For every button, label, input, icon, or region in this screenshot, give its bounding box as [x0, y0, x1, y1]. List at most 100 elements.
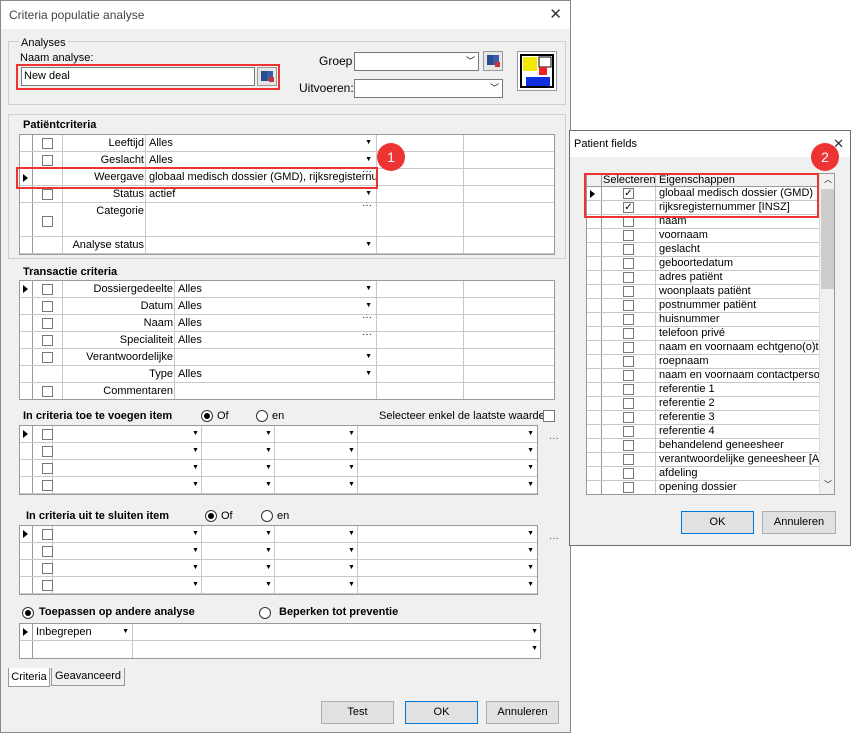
checkbox-icon[interactable]: [623, 482, 634, 493]
dropdown-arrow-icon[interactable]: ▼: [265, 443, 272, 459]
fields-ok-button[interactable]: OK: [681, 511, 754, 534]
fields-annuleren-button[interactable]: Annuleren: [762, 511, 836, 534]
layout-icon[interactable]: [517, 51, 557, 91]
dropdown-arrow-icon[interactable]: ▼: [527, 443, 534, 459]
table-row[interactable]: Analyse status ▼: [20, 237, 554, 254]
ellipsis-icon[interactable]: ···: [549, 433, 559, 444]
dropdown-arrow-icon[interactable]: ▼: [348, 426, 355, 442]
checkbox-icon[interactable]: [623, 300, 634, 311]
list-item[interactable]: behandelend geneesheer: [587, 439, 819, 453]
checkbox-icon[interactable]: [42, 580, 53, 591]
checkbox-icon[interactable]: [42, 529, 53, 540]
table-row[interactable]: Commentaren: [20, 383, 554, 399]
checkbox-icon[interactable]: [42, 563, 53, 574]
list-item[interactable]: huisnummer: [587, 313, 819, 327]
dropdown-arrow-icon[interactable]: ▼: [265, 526, 272, 542]
dropdown-arrow-icon[interactable]: ▼: [348, 560, 355, 576]
checkbox-icon[interactable]: [623, 328, 634, 339]
tab-geavanceerd[interactable]: Geavanceerd: [51, 668, 125, 686]
table-row[interactable]: Naam Alles ···: [20, 312, 554, 332]
list-item[interactable]: referentie 4: [587, 425, 819, 439]
checkbox-icon[interactable]: [623, 272, 634, 283]
checkbox-icon[interactable]: [42, 463, 53, 474]
dropdown-arrow-icon[interactable]: ▼: [192, 526, 199, 542]
checkbox-icon[interactable]: [42, 429, 53, 440]
inbegrepen-select[interactable]: Inbegrepen ▼: [33, 624, 133, 658]
checkbox-icon[interactable]: [623, 398, 634, 409]
checkbox-icon[interactable]: [623, 370, 634, 381]
table-row[interactable]: ▼ ▼ ▼ ▼: [20, 577, 537, 594]
book-icon[interactable]: [483, 51, 503, 71]
list-item[interactable]: geslacht: [587, 243, 819, 257]
dropdown-arrow-icon[interactable]: ▼: [527, 426, 534, 442]
dropdown-arrow-icon[interactable]: ▼: [265, 543, 272, 559]
dropdown-arrow-icon[interactable]: ▼: [348, 526, 355, 542]
checkbox-icon[interactable]: [42, 138, 53, 149]
checkbox-icon[interactable]: [623, 342, 634, 353]
criteria-value[interactable]: Alles: [175, 332, 377, 348]
checkbox-icon[interactable]: [42, 189, 53, 200]
dropdown-arrow-icon[interactable]: ▼: [527, 477, 534, 493]
table-row[interactable]: ▼ ▼ ▼ ▼: [20, 426, 537, 443]
checkbox-icon[interactable]: [42, 155, 53, 166]
table-row[interactable]: Datum Alles ▼: [20, 298, 554, 315]
dropdown-arrow-icon[interactable]: ▼: [265, 577, 272, 593]
toepassen-radio[interactable]: [22, 607, 34, 619]
criteria-value[interactable]: [175, 349, 377, 365]
dropdown-arrow-icon[interactable]: ▼: [365, 349, 372, 365]
list-item[interactable]: voornaam: [587, 229, 819, 243]
dropdown-arrow-icon[interactable]: ▼: [192, 577, 199, 593]
list-item[interactable]: naam en voornaam echtgeno(o)te: [587, 341, 819, 355]
table-row[interactable]: ▼ ▼ ▼ ▼: [20, 526, 537, 543]
list-item[interactable]: referentie 2: [587, 397, 819, 411]
ellipsis-icon[interactable]: ···: [549, 533, 559, 544]
criteria-value[interactable]: [146, 237, 377, 253]
toevoegen-of-radio[interactable]: [201, 410, 213, 422]
criteria-value[interactable]: Alles: [175, 281, 377, 297]
table-row[interactable]: ▼ ▼ ▼ ▼: [20, 543, 537, 560]
list-item[interactable]: adres patiënt: [587, 271, 819, 285]
dropdown-arrow-icon[interactable]: ▼: [365, 237, 372, 253]
criteria-value[interactable]: [175, 383, 377, 399]
dropdown-arrow-icon[interactable]: ▼: [192, 426, 199, 442]
list-item[interactable]: afdeling: [587, 467, 819, 481]
toepassen-select-2[interactable]: ▼: [133, 641, 540, 658]
beperken-radio[interactable]: [259, 607, 271, 619]
list-item[interactable]: opening dossier: [587, 481, 819, 494]
dropdown-arrow-icon[interactable]: ▼: [192, 560, 199, 576]
checkbox-icon[interactable]: [42, 318, 53, 329]
dropdown-arrow-icon[interactable]: ▼: [527, 560, 534, 576]
checkbox-icon[interactable]: [623, 412, 634, 423]
table-row[interactable]: ▼ ▼ ▼ ▼: [20, 477, 537, 494]
checkbox-icon[interactable]: [623, 286, 634, 297]
ellipsis-icon[interactable]: ···: [362, 312, 372, 323]
list-item[interactable]: postnummer patiënt: [587, 299, 819, 313]
dropdown-arrow-icon[interactable]: ▼: [192, 477, 199, 493]
table-row[interactable]: ▼ ▼ ▼ ▼: [20, 560, 537, 577]
list-item[interactable]: naam en voornaam contactpersoon: [587, 369, 819, 383]
checkbox-icon[interactable]: [42, 216, 53, 227]
dropdown-arrow-icon[interactable]: ▼: [192, 460, 199, 476]
checkbox-icon[interactable]: [42, 480, 53, 491]
list-item[interactable]: roepnaam: [587, 355, 819, 369]
checkbox-icon[interactable]: [42, 352, 53, 363]
criteria-value[interactable]: Alles: [175, 298, 377, 314]
ellipsis-icon[interactable]: ···: [362, 329, 372, 340]
checkbox-icon[interactable]: [42, 446, 53, 457]
dropdown-arrow-icon[interactable]: ▼: [365, 281, 372, 297]
dropdown-arrow-icon[interactable]: ▼: [348, 577, 355, 593]
ok-button[interactable]: OK: [405, 701, 478, 724]
dropdown-arrow-icon[interactable]: ▼: [348, 443, 355, 459]
checkbox-icon[interactable]: [623, 454, 634, 465]
criteria-value[interactable]: [146, 203, 377, 236]
checkbox-icon[interactable]: [42, 335, 53, 346]
table-row[interactable]: Categorie ···: [20, 200, 554, 237]
dropdown-arrow-icon[interactable]: ▼: [527, 526, 534, 542]
criteria-value[interactable]: Alles: [146, 135, 377, 151]
dropdown-arrow-icon[interactable]: ▼: [265, 460, 272, 476]
checkbox-icon[interactable]: [623, 356, 634, 367]
checkbox-icon[interactable]: [42, 301, 53, 312]
dropdown-arrow-icon[interactable]: ▼: [527, 460, 534, 476]
scroll-down-icon[interactable]: ﹀: [824, 479, 832, 490]
table-row[interactable]: Leeftijd Alles ▼: [20, 135, 554, 152]
